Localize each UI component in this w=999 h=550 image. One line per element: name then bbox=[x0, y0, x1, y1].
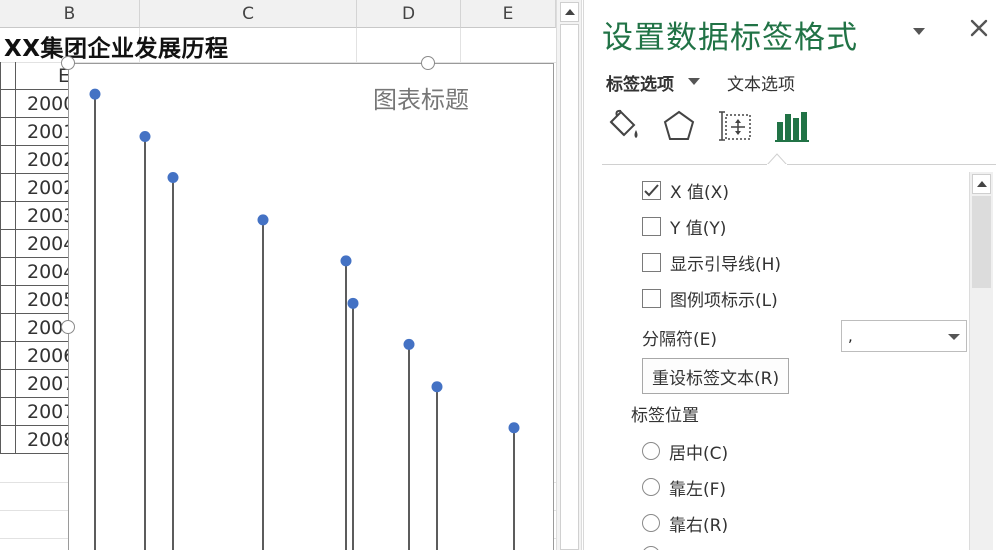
option-label: 居中(C) bbox=[669, 443, 729, 464]
sheet-title-cell[interactable]: XX集团企业发展历程 bbox=[4, 30, 228, 62]
dropdown-arrow-icon bbox=[913, 28, 925, 35]
year-cell[interactable]: 2002 bbox=[0, 146, 72, 174]
year-cell[interactable]: 2007 bbox=[0, 398, 72, 426]
data-point[interactable] bbox=[347, 297, 359, 309]
sheet-vertical-scrollbar[interactable] bbox=[556, 0, 582, 550]
pane-vertical-scrollbar[interactable] bbox=[969, 172, 993, 550]
radio-center[interactable] bbox=[642, 442, 660, 460]
chart-title[interactable]: 图表标题 bbox=[373, 80, 469, 115]
checkbox-y-value[interactable] bbox=[642, 216, 661, 236]
year-cell[interactable]: 2005 bbox=[0, 286, 72, 314]
chart-plot[interactable] bbox=[69, 64, 555, 550]
column-header-b[interactable]: B bbox=[0, 0, 140, 28]
up-arrow-icon bbox=[564, 9, 575, 15]
label-position-heading: 标签位置 bbox=[631, 406, 699, 426]
checkbox-legend-key[interactable] bbox=[642, 288, 661, 308]
resize-handle-top-middle[interactable] bbox=[421, 56, 435, 70]
resize-handle-middle-left[interactable] bbox=[61, 320, 75, 334]
reset-label-text-button[interactable]: 重设标签文本(R) bbox=[642, 358, 790, 394]
checkbox-x-value[interactable] bbox=[642, 180, 661, 200]
year-cell[interactable]: 2001 bbox=[0, 118, 72, 146]
chevron-down-icon[interactable] bbox=[688, 78, 700, 85]
close-pane-button[interactable] bbox=[970, 16, 988, 42]
data-point[interactable] bbox=[340, 255, 352, 267]
radio-right[interactable] bbox=[642, 514, 660, 532]
radio-more[interactable] bbox=[642, 546, 660, 550]
data-point[interactable] bbox=[89, 88, 101, 100]
tab-text-options[interactable]: 文本选项 bbox=[727, 70, 795, 95]
resize-handle-top-left[interactable] bbox=[61, 56, 75, 70]
option-legend-key[interactable]: 图例项标示(L) bbox=[642, 285, 778, 311]
pane-options-button[interactable] bbox=[912, 24, 926, 40]
data-point[interactable] bbox=[257, 214, 269, 226]
option-y-value[interactable]: Y 值(Y) bbox=[642, 213, 726, 239]
data-point[interactable] bbox=[508, 422, 520, 434]
separator-dropdown[interactable]: , bbox=[841, 320, 967, 352]
pane-scroll-thumb[interactable] bbox=[972, 196, 991, 288]
pane-title: 设置数据标签格式 bbox=[602, 20, 858, 56]
pane-divider bbox=[602, 164, 996, 165]
checkbox-leader-lines[interactable] bbox=[642, 252, 661, 272]
option-label: 靠左(F) bbox=[669, 479, 727, 500]
active-category-pointer bbox=[767, 153, 787, 165]
pane-scroll-up-button[interactable] bbox=[972, 174, 991, 194]
option-label: Y 值(Y) bbox=[670, 218, 727, 239]
option-label: 图例项标示(L) bbox=[670, 290, 778, 311]
label-options-icon[interactable] bbox=[772, 106, 810, 146]
pane-category-icons bbox=[604, 106, 810, 150]
checkmark-icon bbox=[644, 183, 659, 196]
option-x-value[interactable]: X 值(X) bbox=[642, 177, 729, 203]
format-data-labels-pane: 设置数据标签格式 标签选项 文本选项 X 值(X) Y 值(Y) 显示引导线(H… bbox=[583, 0, 999, 550]
column-header-d[interactable]: D bbox=[357, 0, 461, 28]
data-point[interactable] bbox=[431, 381, 443, 393]
year-table: E 2000 2001 2002 2002 2003 2004 2004 200… bbox=[0, 62, 72, 454]
separator-value: , bbox=[848, 327, 853, 345]
scroll-thumb[interactable] bbox=[560, 24, 579, 550]
fill-line-icon[interactable] bbox=[604, 106, 642, 146]
tab-label-options[interactable]: 标签选项 bbox=[606, 70, 674, 95]
option-label: 靠右(R) bbox=[669, 515, 729, 536]
pane-body: X 值(X) Y 值(Y) 显示引导线(H) 图例项标示(L) 分隔符(E) ,… bbox=[584, 172, 969, 550]
column-header-e[interactable]: E bbox=[461, 0, 556, 28]
effects-icon[interactable] bbox=[660, 106, 698, 146]
data-point[interactable] bbox=[403, 338, 415, 350]
separator-label: 分隔符(E) bbox=[642, 330, 718, 350]
column-header-c[interactable]: C bbox=[140, 0, 357, 28]
year-cell[interactable]: 2003 bbox=[0, 202, 72, 230]
year-cell[interactable]: 2004 bbox=[0, 258, 72, 286]
year-cell[interactable]: 2008 bbox=[0, 426, 72, 454]
option-label: X 值(X) bbox=[670, 182, 729, 203]
position-center[interactable]: 居中(C) bbox=[642, 438, 728, 464]
position-more[interactable] bbox=[642, 542, 669, 550]
size-properties-icon[interactable] bbox=[716, 106, 754, 146]
radio-left[interactable] bbox=[642, 478, 660, 496]
chart-area[interactable]: 图表标题 bbox=[68, 63, 554, 550]
year-cell[interactable]: 2006 bbox=[0, 342, 72, 370]
data-point[interactable] bbox=[167, 172, 179, 184]
scroll-up-button[interactable] bbox=[560, 2, 579, 22]
close-icon bbox=[970, 19, 988, 37]
data-point[interactable] bbox=[139, 130, 151, 142]
position-left[interactable]: 靠左(F) bbox=[642, 474, 726, 500]
option-label: 显示引导线(H) bbox=[670, 254, 782, 275]
option-leader-lines[interactable]: 显示引导线(H) bbox=[642, 249, 781, 275]
worksheet: B C D E XX集团企业发展历程 E 2000 2001 2002 2002… bbox=[0, 0, 556, 550]
up-arrow-icon bbox=[976, 181, 987, 187]
year-cell[interactable]: 2000 bbox=[0, 90, 72, 118]
year-cell[interactable]: 2007 bbox=[0, 370, 72, 398]
year-cell[interactable]: 2002 bbox=[0, 174, 72, 202]
position-right[interactable]: 靠右(R) bbox=[642, 510, 728, 536]
chevron-down-icon bbox=[948, 334, 960, 340]
year-cell[interactable]: 2004 bbox=[0, 230, 72, 258]
